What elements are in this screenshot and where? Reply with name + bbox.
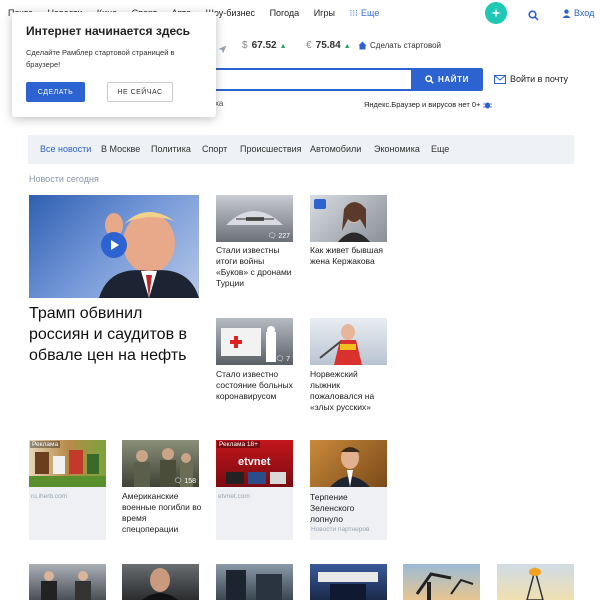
- ad-label: Реклама 18+: [217, 441, 260, 448]
- tab-all-news[interactable]: Все новости: [40, 144, 91, 154]
- comments-number: 158: [184, 477, 196, 485]
- story-caption[interactable]: Американские военные погибли во время сп…: [122, 491, 202, 535]
- ad-card[interactable]: etvnet Реклама 18+ etvnet.com: [216, 440, 293, 540]
- tab-sport[interactable]: Спорт: [202, 144, 227, 154]
- nav-more-label: Еще: [361, 8, 380, 18]
- tab-incidents[interactable]: Происшествия: [240, 144, 302, 154]
- man-photo-icon: [330, 447, 370, 487]
- story-image[interactable]: [29, 564, 106, 600]
- section-title: Новости сегодня: [29, 174, 99, 184]
- assistant-button[interactable]: [485, 2, 507, 24]
- popup-confirm-button[interactable]: СДЕЛАТЬ: [26, 82, 85, 102]
- police-sign-photo-icon: [318, 572, 378, 600]
- mail-login-label: Войти в почту: [510, 74, 569, 84]
- story-image[interactable]: [403, 564, 480, 600]
- skier-photo-icon: [319, 324, 362, 365]
- comments-number: 7: [286, 355, 290, 363]
- main-headline[interactable]: Трамп обвинил россиян и саудитов в обвал…: [29, 303, 204, 366]
- story-image[interactable]: 🗨 227: [216, 195, 293, 242]
- search-icon: [425, 75, 434, 84]
- tab-moscow[interactable]: В Москве: [101, 144, 140, 154]
- find-button[interactable]: НАЙТИ: [411, 68, 483, 91]
- story-image[interactable]: [122, 564, 199, 600]
- bug-icon: [483, 102, 493, 108]
- partner-image: [310, 440, 387, 487]
- story-image[interactable]: [497, 564, 574, 600]
- play-icon[interactable]: [101, 232, 127, 258]
- search-suggestion[interactable]: ха: [215, 99, 223, 108]
- grid-icon: ⁝⁝⁝: [349, 8, 359, 18]
- comment-icon: 🗨: [173, 478, 183, 485]
- popup-dismiss-button[interactable]: НЕ СЕЙЧАС: [107, 82, 173, 102]
- person-photo-icon: [142, 568, 178, 600]
- comments-number: 227: [278, 232, 290, 240]
- sparkle-icon: [491, 8, 501, 18]
- arrow-up-icon: ▲: [343, 43, 351, 50]
- home-icon: [358, 41, 367, 50]
- user-icon: [562, 8, 571, 18]
- browser-promo-link[interactable]: Яндекс.Браузер и вирусов нет 0+: [364, 100, 493, 109]
- eur-rate: 75.84: [315, 40, 341, 51]
- police-photo-icon: [226, 570, 282, 600]
- oil-pump-photo-icon: [415, 572, 474, 600]
- story-caption[interactable]: Как живет бывшая жена Кержакова: [310, 245, 390, 267]
- category-tabs: Все новости В Москве Политика Спорт Прои…: [28, 135, 574, 164]
- oil-rig-photo-icon: [526, 567, 544, 600]
- ad-image: Реклама: [29, 440, 106, 487]
- tab-more[interactable]: Еще: [431, 144, 449, 154]
- mail-login-link[interactable]: Войти в почту: [494, 74, 568, 84]
- popup-text: Сделайте Рамблер стартовой страницей в б…: [26, 48, 175, 69]
- tab-economy[interactable]: Экономика: [374, 144, 420, 154]
- comment-icon: 🗨: [275, 356, 285, 363]
- partner-source: Новости партнеров: [311, 526, 370, 533]
- usd-symbol: $: [242, 40, 248, 51]
- story-image[interactable]: 🗨 7: [216, 318, 293, 365]
- usd-rate: 67.52: [251, 40, 277, 51]
- arrow-up-icon: ▲: [279, 43, 287, 50]
- story-image[interactable]: [310, 318, 387, 365]
- partner-card[interactable]: Терпение Зеленского лопнуло Новости парт…: [310, 440, 387, 540]
- story-image[interactable]: [310, 564, 387, 600]
- story-caption[interactable]: Стало известно состояние больных коронав…: [216, 369, 296, 402]
- nav-item-weather[interactable]: Погода: [270, 8, 300, 18]
- comments-count: 🗨 158: [173, 477, 196, 486]
- comment-icon: 🗨: [267, 233, 277, 240]
- make-startpage-label: Сделать стартовой: [370, 41, 442, 50]
- login-label: Вход: [574, 8, 595, 18]
- ad-image: etvnet Реклама 18+: [216, 440, 293, 487]
- ad-source: ru.iherb.com: [31, 493, 68, 500]
- ad-label: Реклама: [30, 441, 61, 448]
- search-icon[interactable]: [528, 8, 539, 26]
- browser-promo-text: Яндекс.Браузер и вирусов нет 0+: [364, 100, 481, 109]
- popup-title: Интернет начинается здесь: [26, 24, 191, 38]
- startpage-popup: Интернет начинается здесь Сделайте Рамбл…: [12, 12, 216, 117]
- nav-item-games[interactable]: Игры: [314, 8, 335, 18]
- comments-count: 🗨 227: [267, 232, 290, 241]
- find-button-label: НАЙТИ: [438, 75, 469, 84]
- camera-icon: [314, 199, 326, 209]
- story-caption: Терпение Зеленского лопнуло: [310, 492, 355, 524]
- tab-cars[interactable]: Автомобили: [310, 144, 361, 154]
- ad-card[interactable]: Реклама ru.iherb.com: [29, 440, 106, 540]
- svg-text:etvnet: etvnet: [238, 456, 271, 468]
- login-button[interactable]: Вход: [562, 8, 594, 18]
- comments-count: 🗨 7: [275, 355, 290, 364]
- search-input[interactable]: е: [205, 68, 411, 91]
- story-image[interactable]: 🗨 158: [122, 440, 199, 487]
- location-arrow-icon[interactable]: [218, 41, 227, 59]
- envelope-icon: [494, 74, 506, 84]
- story-image[interactable]: [310, 195, 387, 242]
- make-startpage-link[interactable]: Сделать стартовой: [358, 41, 441, 50]
- story-image[interactable]: [216, 564, 293, 600]
- story-caption[interactable]: Стали известны итоги войны «Буков» с дро…: [216, 245, 296, 289]
- nav-more-button[interactable]: ⁝⁝⁝ Еще: [349, 8, 391, 18]
- tab-politics[interactable]: Политика: [151, 144, 191, 154]
- currency-rates: $67.52 ▲ €75.84 ▲: [242, 40, 351, 51]
- eur-symbol: €: [306, 40, 312, 51]
- people-photo-icon: [41, 571, 91, 600]
- ad-source: etvnet.com: [218, 493, 250, 500]
- story-caption[interactable]: Норвежский лыжник пожаловался на «злых р…: [310, 369, 390, 413]
- main-story-image[interactable]: [29, 195, 199, 298]
